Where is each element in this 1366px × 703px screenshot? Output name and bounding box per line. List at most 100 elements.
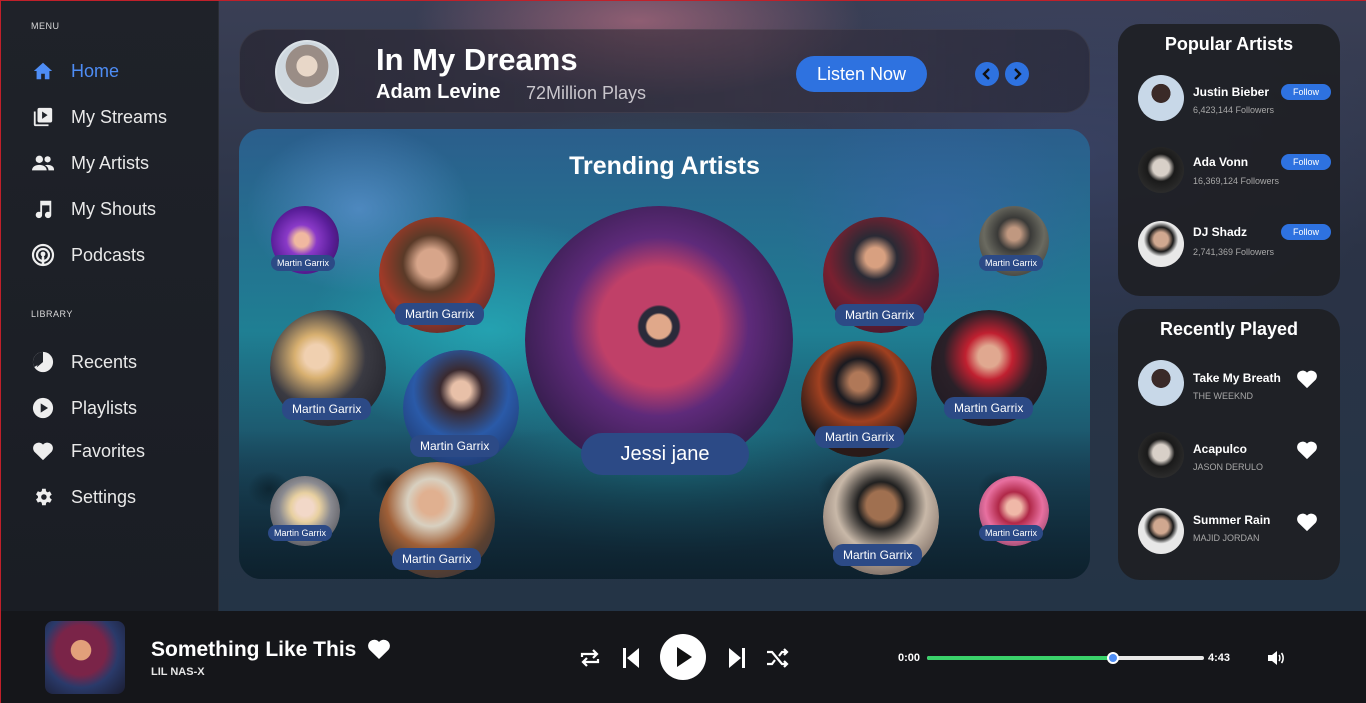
popular-artist-name: Ada Vonn: [1193, 155, 1249, 169]
now-playing-title: Something Like This: [151, 638, 357, 661]
home-icon: [31, 59, 55, 83]
sidebar-item-label: Settings: [71, 486, 137, 507]
sidebar-item-favorites[interactable]: Favorites: [31, 438, 145, 464]
track-title: Take My Breath: [1193, 371, 1281, 385]
trending-artist-label: Martin Garrix: [392, 548, 482, 570]
trending-artist-label: Martin Garrix: [282, 398, 372, 420]
sidebar-item-my-streams[interactable]: My Streams: [31, 104, 167, 130]
popular-artist-followers: 6,423,144 Followers: [1193, 105, 1275, 115]
avatar: [1138, 360, 1184, 406]
track-artist: MAJID JORDAN: [1193, 533, 1260, 543]
follow-button[interactable]: Follow: [1281, 224, 1331, 240]
chevron-left-icon: [982, 68, 990, 80]
featured-title: In My Dreams: [376, 42, 578, 77]
sidebar-item-podcasts[interactable]: Podcasts: [31, 242, 145, 268]
next-track-button[interactable]: [725, 645, 749, 671]
trending-artist-label: Martin Garrix: [835, 304, 925, 326]
sidebar-item-settings[interactable]: Settings: [31, 484, 136, 510]
sidebar-item-recents[interactable]: Recents: [31, 349, 137, 375]
like-heart-icon[interactable]: [367, 638, 391, 660]
sidebar-item-label: My Streams: [71, 106, 168, 127]
heart-icon[interactable]: [1296, 440, 1318, 460]
sidebar-item-label: Home: [71, 60, 120, 81]
trending-artist-label: Martin Garrix: [944, 397, 1034, 419]
previous-arrow-button[interactable]: [975, 62, 999, 86]
follow-button[interactable]: Follow: [1281, 154, 1331, 170]
trending-artist-label: Martin Garrix: [833, 544, 923, 566]
repeat-icon: [580, 649, 600, 667]
follow-button[interactable]: Follow: [1281, 84, 1331, 100]
skip-previous-icon: [623, 648, 639, 668]
popular-artist-name: DJ Shadz: [1193, 225, 1248, 239]
play-button[interactable]: [660, 634, 706, 680]
trending-artist-label: Martin Garrix: [979, 525, 1044, 541]
track-title: Summer Rain: [1193, 513, 1271, 527]
popular-artists-panel: Popular Artists Justin Bieber 6,423,144 …: [1118, 24, 1340, 296]
featured-banner: In My Dreams Adam Levine 72Million Plays…: [239, 29, 1090, 113]
shuffle-icon: [767, 648, 789, 668]
trending-title: Trending Artists: [569, 152, 760, 180]
recently-played-title: Recently Played: [1159, 319, 1299, 339]
podcast-icon: [31, 243, 55, 267]
trending-artist-label: Martin Garrix: [410, 435, 500, 457]
sidebar-item-my-artists[interactable]: My Artists: [31, 150, 149, 176]
chevron-right-icon: [1014, 68, 1022, 80]
next-arrow-button[interactable]: [1005, 62, 1029, 86]
skip-next-icon: [729, 648, 745, 668]
volume-button[interactable]: [1266, 649, 1286, 667]
sidebar-item-home[interactable]: Home: [31, 58, 119, 84]
repeat-button[interactable]: [577, 645, 603, 671]
trending-artists-panel: Trending Artists Jessi jane Martin Garri…: [239, 129, 1090, 579]
avatar: [1138, 432, 1184, 478]
popular-artist-name: Justin Bieber: [1193, 85, 1270, 99]
sidebar-item-label: Podcasts: [71, 244, 146, 265]
play-circle-icon: [31, 396, 55, 420]
recently-played-panel: Recently Played Take My Breath THE WEEKN…: [1118, 309, 1340, 580]
menu-section-label: MENU: [31, 21, 60, 31]
heart-icon[interactable]: [1296, 369, 1318, 389]
library-section-label: LIBRARY: [31, 309, 73, 319]
avatar: [1138, 221, 1184, 267]
now-playing-cover: [45, 621, 125, 694]
sidebar-item-label: My Shouts: [71, 198, 157, 219]
sidebar-item-label: My Artists: [71, 152, 150, 173]
trending-artist-label: Martin Garrix: [271, 255, 336, 271]
now-playing-artist: LIL NAS-X: [151, 666, 205, 678]
streams-icon: [31, 105, 55, 129]
avatar: [1138, 508, 1184, 554]
featured-artist: Adam Levine: [376, 81, 501, 103]
music-note-icon: [31, 197, 55, 221]
previous-track-button[interactable]: [619, 645, 643, 671]
sidebar-item-label: Recents: [71, 351, 138, 372]
people-icon: [31, 151, 55, 175]
trending-artist-label: Martin Garrix: [979, 255, 1044, 271]
trending-artist-label: Martin Garrix: [395, 303, 485, 325]
current-time: 0:00: [898, 652, 921, 664]
track-artist: THE WEEKND: [1193, 391, 1254, 401]
popular-artist-followers: 16,369,124 Followers: [1193, 176, 1280, 186]
gear-icon: [31, 485, 55, 509]
listen-now-button[interactable]: Listen Now: [796, 56, 927, 92]
sidebar-item-playlists[interactable]: Playlists: [31, 395, 137, 421]
trending-artist-label: Martin Garrix: [268, 525, 333, 541]
sidebar-item-label: Playlists: [71, 397, 138, 418]
track-artist: JASON DERULO: [1193, 462, 1264, 472]
progress-bar[interactable]: [927, 652, 1204, 664]
clock-icon: [31, 350, 55, 374]
total-time: 4:43: [1208, 652, 1231, 664]
volume-icon: [1268, 651, 1284, 665]
avatar: [1138, 147, 1184, 193]
sidebar-item-label: Favorites: [71, 440, 146, 461]
sidebar: MENU Home My Streams My Artists My Shout…: [1, 1, 219, 611]
progress-fill: [927, 656, 1113, 660]
progress-handle[interactable]: [1106, 652, 1119, 664]
popular-artists-title: Popular Artists: [1164, 34, 1294, 54]
shuffle-button[interactable]: [765, 645, 791, 671]
sidebar-item-my-shouts[interactable]: My Shouts: [31, 196, 156, 222]
play-icon: [677, 647, 692, 667]
trending-artist-label: Martin Garrix: [815, 426, 905, 448]
trending-featured-label: Jessi jane: [581, 433, 749, 475]
avatar: [1138, 75, 1184, 121]
track-title: Acapulco: [1193, 442, 1248, 456]
heart-icon[interactable]: [1296, 512, 1318, 532]
